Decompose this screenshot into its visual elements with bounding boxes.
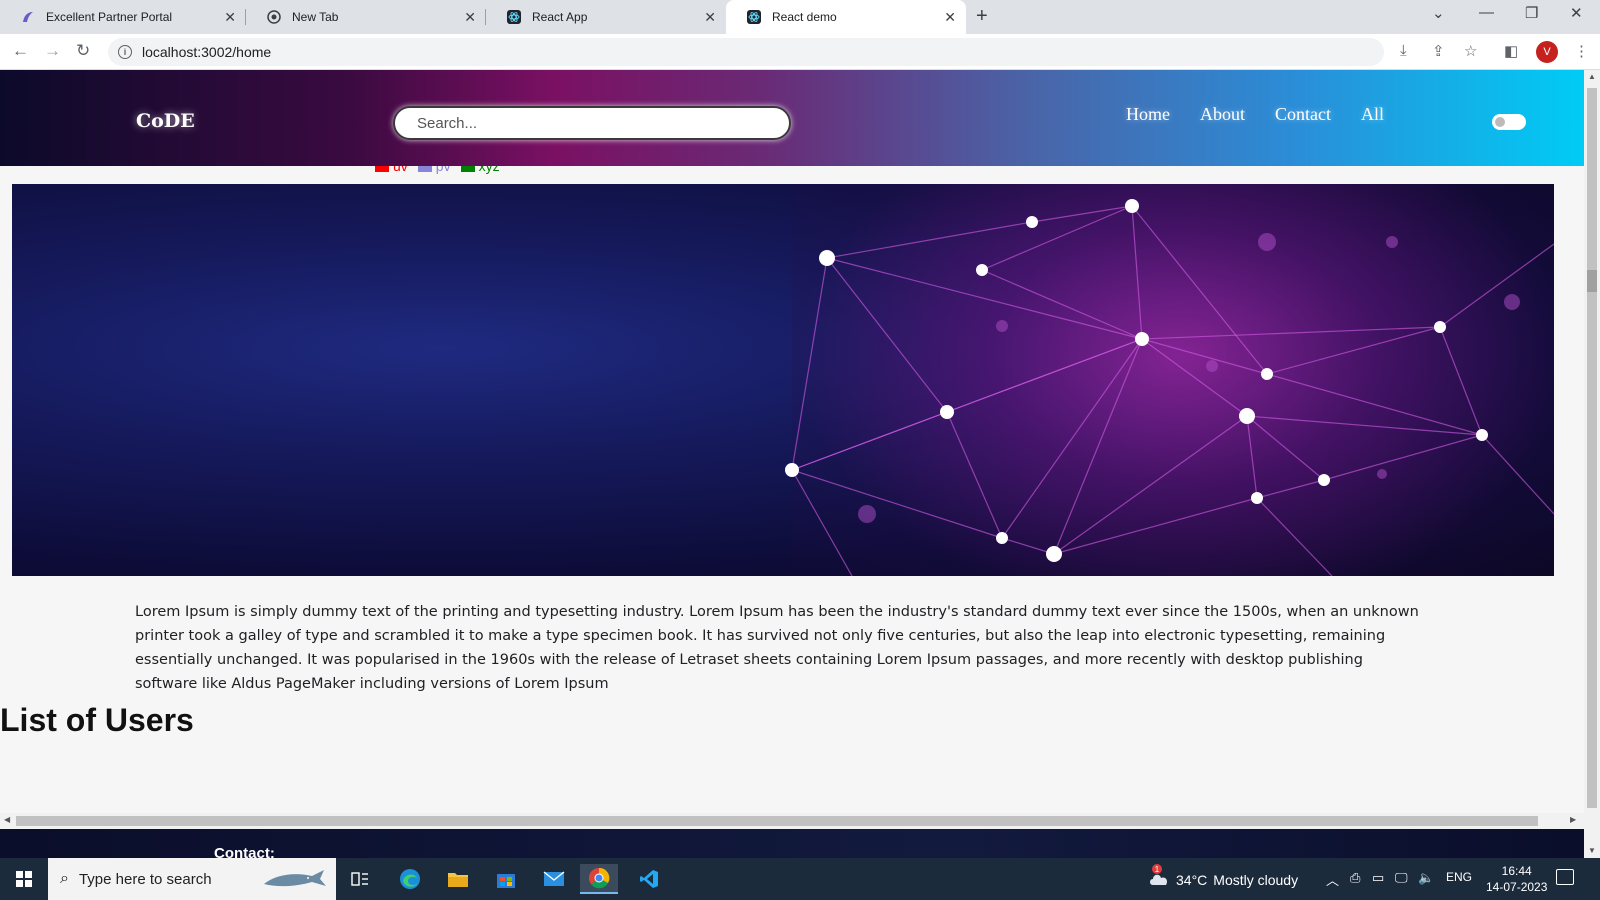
horizontal-scrollbar[interactable]: ◀ ▶ (0, 813, 1584, 829)
taskbar-search-placeholder: Type here to search (78, 870, 212, 888)
share-icon[interactable]: ⇪ (1432, 42, 1445, 60)
address-bar[interactable]: i localhost:3002/home (108, 38, 1384, 66)
tab-react-demo[interactable]: React demo ✕ (726, 0, 966, 34)
cloudy-weather-icon: 1 (1148, 864, 1170, 889)
react-favicon-icon (506, 9, 522, 25)
browser-tab-strip: Excellent Partner Portal ✕ New Tab ✕ Rea… (0, 0, 1600, 34)
close-window-icon[interactable]: ✕ (1570, 4, 1583, 22)
mail-icon[interactable] (539, 864, 569, 894)
nav-link-contact[interactable]: Contact (1275, 104, 1331, 125)
battery-icon[interactable]: ▭ (1372, 870, 1384, 886)
page-viewport: CoDE Home About Contact All uv pv xyz (0, 70, 1584, 858)
menu-kebab-icon[interactable]: ⋮ (1574, 42, 1589, 60)
footer-contact-label: Contact: (214, 845, 275, 858)
install-app-icon[interactable]: ⤓ (1400, 42, 1407, 59)
chrome-taskbar-icon[interactable] (580, 864, 618, 894)
portal-favicon-icon (20, 9, 36, 25)
clock-date: 14-07-2023 (1486, 880, 1548, 894)
clock-time: 16:44 (1501, 864, 1532, 878)
bookmark-star-icon[interactable]: ☆ (1464, 42, 1477, 60)
taskbar-clock[interactable]: 16:44 14-07-2023 (1486, 863, 1547, 895)
react-favicon-icon (746, 9, 762, 25)
scroll-up-arrow-icon[interactable]: ▲ (1588, 72, 1596, 81)
reload-icon[interactable]: ↻ (76, 41, 90, 61)
hero-banner-image (12, 184, 1554, 576)
restore-window-icon[interactable]: ❐ (1525, 4, 1538, 22)
language-indicator[interactable]: ENG (1446, 870, 1472, 884)
notification-center-icon[interactable] (1556, 869, 1574, 885)
profile-avatar[interactable]: V (1536, 41, 1558, 63)
site-footer: Contact: (0, 829, 1584, 858)
scrollbar-thumb[interactable] (1587, 88, 1597, 808)
tab-title: New Tab (292, 10, 339, 24)
chrome-favicon-icon (266, 9, 282, 25)
tab-title: React demo (772, 10, 837, 24)
nav-link-home[interactable]: Home (1126, 104, 1170, 125)
weather-widget[interactable]: 1 34°C Mostly cloudy (1148, 864, 1299, 889)
users-heading: List of Users (0, 702, 194, 738)
search-highlight-shark-icon (264, 870, 326, 887)
windows-start-icon[interactable] (16, 871, 32, 887)
intro-paragraph: Lorem Ipsum is simply dummy text of the … (135, 604, 1419, 692)
search-icon: ⌕ (60, 870, 69, 887)
task-view-icon[interactable] (345, 864, 375, 894)
close-tab-icon[interactable]: ✕ (704, 9, 716, 26)
tab-new-tab[interactable]: New Tab ✕ (246, 0, 486, 34)
browser-toolbar: ← → ↻ i localhost:3002/home ⤓ ⇪ ☆ ◧ V ⋮ (0, 34, 1600, 70)
network-graphic (785, 199, 1554, 576)
side-panel-icon[interactable]: ◧ (1504, 42, 1518, 60)
close-tab-icon[interactable]: ✕ (464, 9, 476, 26)
weather-description: Mostly cloudy (1213, 871, 1299, 888)
minimize-window-icon[interactable]: — (1479, 4, 1494, 21)
scroll-down-arrow-icon[interactable]: ▼ (1588, 846, 1596, 855)
file-explorer-icon[interactable] (443, 864, 473, 894)
network-icon[interactable]: 🖵 (1395, 870, 1408, 886)
close-tab-icon[interactable]: ✕ (224, 9, 236, 26)
close-tab-icon[interactable]: ✕ (944, 9, 956, 26)
tab-react-app[interactable]: React App ✕ (486, 0, 726, 34)
nav-link-all[interactable]: All (1361, 104, 1384, 125)
tab-search-chevron-icon[interactable]: ⌄ (1432, 4, 1445, 22)
microsoft-store-icon[interactable] (491, 864, 521, 894)
back-arrow-icon[interactable]: ← (12, 41, 29, 61)
edge-browser-icon[interactable] (395, 864, 425, 894)
site-logo[interactable]: CoDE (136, 110, 195, 132)
scrollbar-position-marker (1587, 270, 1597, 292)
toggle-knob (1495, 117, 1505, 127)
scroll-left-arrow-icon[interactable]: ◀ (4, 815, 10, 824)
site-info-icon[interactable]: i (118, 45, 132, 59)
weather-temperature: 34°C (1176, 871, 1208, 888)
main-nav: Home About Contact All (1126, 104, 1384, 125)
tab-title: React App (532, 10, 588, 24)
scrollbar-thumb[interactable] (16, 816, 1538, 826)
meet-now-icon[interactable]: ⎙ (1350, 870, 1360, 886)
theme-toggle[interactable] (1492, 114, 1526, 130)
scroll-right-arrow-icon[interactable]: ▶ (1570, 815, 1576, 824)
site-navbar: CoDE Home About Contact All (0, 70, 1584, 166)
new-tab-plus-icon[interactable]: + (976, 5, 988, 28)
vscode-icon[interactable] (634, 864, 664, 894)
windows-taskbar: ⌕ Type here to search 1 34°C Mostly clou… (0, 858, 1600, 900)
taskbar-search-box[interactable]: ⌕ Type here to search (48, 858, 336, 900)
address-url[interactable]: localhost:3002/home (142, 44, 271, 60)
volume-icon[interactable]: 🔈 (1418, 870, 1434, 886)
vertical-scrollbar[interactable]: ▲ ▼ (1584, 70, 1600, 858)
tab-excellent-partner-portal[interactable]: Excellent Partner Portal ✕ (0, 0, 246, 34)
show-hidden-icons-chevron-icon[interactable]: ︿ (1326, 870, 1339, 889)
search-input[interactable] (393, 106, 791, 140)
nav-link-about[interactable]: About (1200, 104, 1245, 125)
forward-arrow-icon[interactable]: → (44, 41, 61, 61)
weather-badge: 1 (1152, 864, 1162, 874)
tab-title: Excellent Partner Portal (46, 10, 173, 24)
